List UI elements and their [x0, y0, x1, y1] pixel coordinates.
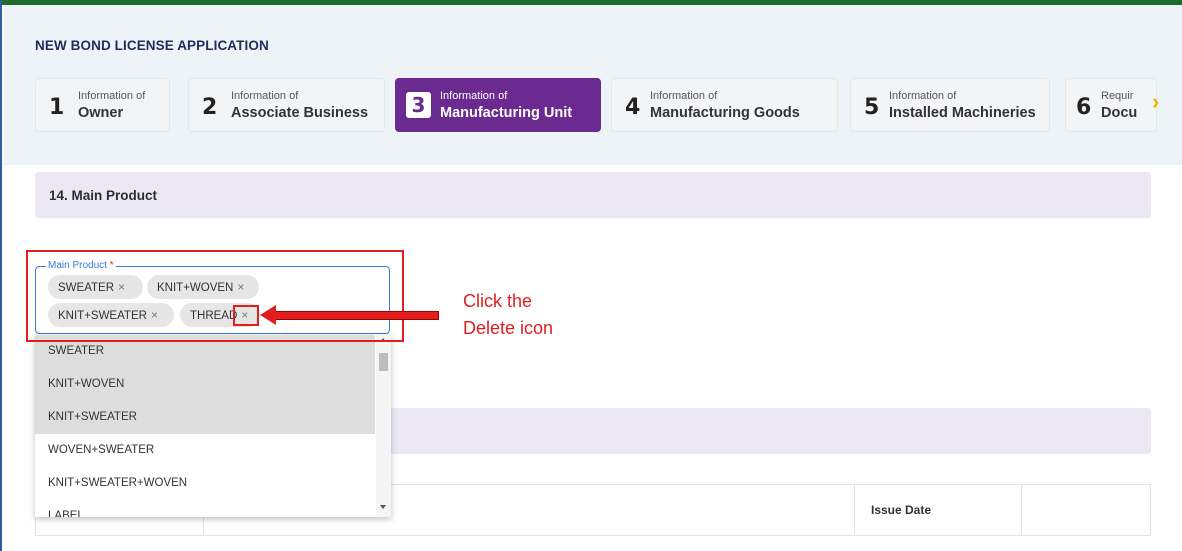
step-label: Owner: [78, 105, 124, 121]
step-installed-machineries[interactable]: 5 Information of Installed Machineries: [850, 78, 1050, 132]
step-label: Manufacturing Unit: [440, 105, 573, 121]
dropdown-scrollbar[interactable]: [376, 335, 391, 517]
step-manufacturing-goods[interactable]: 4 Information of Manufacturing Goods: [611, 78, 838, 132]
step-owner[interactable]: 1 Information of Owner: [35, 78, 170, 132]
step-label: Installed Machineries: [889, 105, 1036, 121]
issue-date-header: Issue Date: [871, 503, 932, 517]
step-caption: Information of: [650, 90, 718, 102]
issue-date-header-cell: Issue Date: [854, 485, 1022, 535]
step-number: 4: [625, 95, 641, 120]
step-caption: Information of: [889, 90, 957, 102]
scroll-down-icon[interactable]: [380, 505, 386, 509]
step-documents[interactable]: 6 Requir Docu: [1065, 78, 1157, 132]
section-title: 14. Main Product: [49, 188, 158, 203]
main-product-dropdown: SWEATER KNIT+WOVEN KNIT+SWEATER WOVEN+SW…: [35, 335, 391, 517]
step-label: Manufacturing Goods: [650, 105, 800, 121]
dropdown-option[interactable]: WOVEN+SWEATER: [35, 434, 375, 467]
scroll-thumb[interactable]: [379, 353, 388, 371]
highlight-box-delete-icon: [233, 305, 259, 326]
step-caption: Requir: [1101, 90, 1134, 102]
annotation-line: Click the: [463, 291, 533, 311]
step-caption: Information of: [231, 90, 299, 102]
step-number: 6: [1076, 95, 1092, 120]
annotation-line: Delete icon: [463, 318, 554, 338]
chevron-right-icon[interactable]: ›: [1152, 91, 1168, 113]
step-number: 1: [49, 95, 65, 120]
annotation-arrow-shaft: [273, 311, 439, 320]
step-number: 5: [864, 95, 880, 120]
arrow-left-icon: [260, 305, 276, 325]
step-caption: Information of: [78, 90, 146, 102]
dropdown-option[interactable]: KNIT+SWEATER+WOVEN: [35, 467, 375, 500]
step-caption: Information of: [440, 90, 508, 102]
step-manufacturing-unit[interactable]: 3 Information of Manufacturing Unit: [395, 78, 601, 132]
step-label: Docu: [1101, 105, 1138, 121]
section-header-main-product: 14. Main Product: [35, 172, 1151, 218]
step-label: Associate Business: [231, 105, 369, 121]
application-window: NEW BOND LICENSE APPLICATION 1 Informati…: [0, 0, 1182, 551]
annotation-callout: Click the Delete icon: [463, 288, 553, 342]
step-associate-business[interactable]: 2 Information of Associate Business: [188, 78, 385, 132]
dropdown-option[interactable]: KNIT+SWEATER: [35, 401, 375, 434]
dropdown-option[interactable]: KNIT+WOVEN: [35, 368, 375, 401]
highlight-box-field: [26, 250, 404, 342]
page-title: NEW BOND LICENSE APPLICATION: [35, 38, 269, 53]
dropdown-option[interactable]: LABEL: [35, 500, 375, 517]
step-number: 2: [202, 95, 218, 120]
step-number: 3: [406, 92, 431, 118]
